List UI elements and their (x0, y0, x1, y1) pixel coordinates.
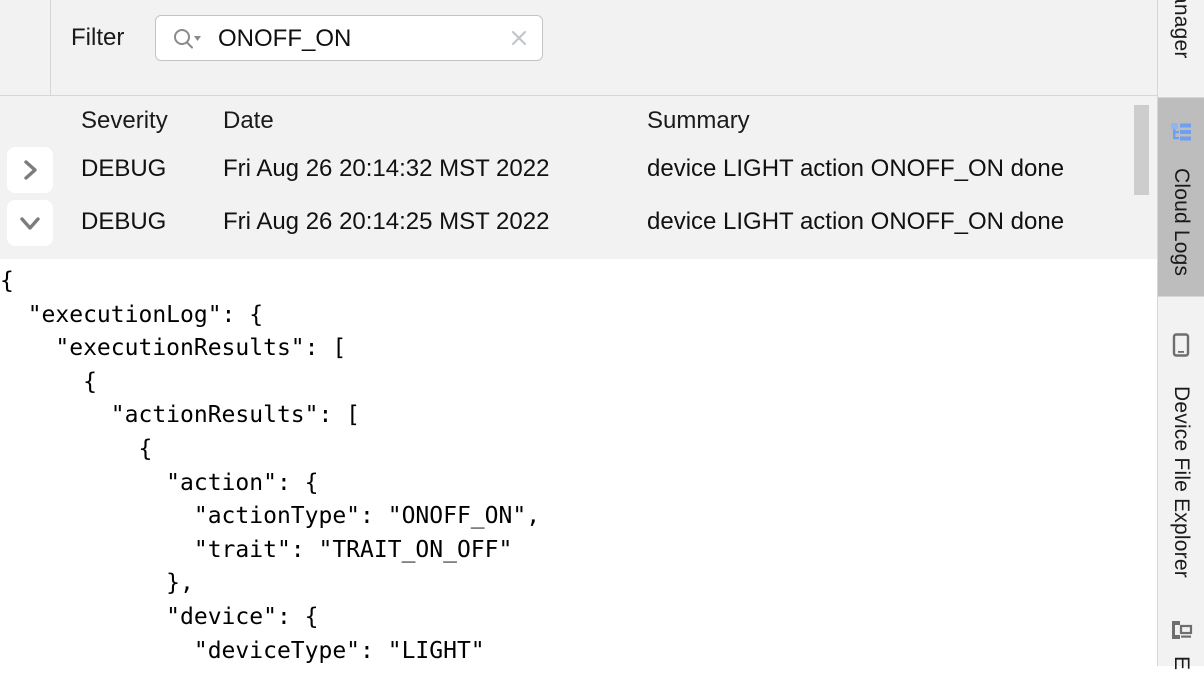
cloud-logs-list-icon (1169, 120, 1193, 144)
sidebar-tab-cloud-logs[interactable]: Cloud Logs (1158, 98, 1204, 296)
log-results-table: Severity Date Summary DEBUG Fri Aug 26 2… (0, 96, 1157, 259)
filter-toolbar: Filter (0, 0, 1157, 96)
column-header-severity[interactable]: Severity (81, 105, 168, 137)
filter-label: Filter (71, 24, 125, 51)
cell-severity: DEBUG (81, 155, 167, 182)
tool-window-sidebar: anager Cloud Logs Device File Explorer E (1157, 0, 1204, 670)
chevron-down-icon[interactable] (7, 200, 53, 246)
toolbar-divider (50, 0, 51, 96)
cell-date: Fri Aug 26 20:14:25 MST 2022 (223, 208, 550, 235)
chevron-right-icon[interactable] (7, 147, 53, 193)
filter-input[interactable] (218, 23, 498, 55)
clear-filter-icon[interactable] (506, 25, 532, 51)
column-header-summary[interactable]: Summary (647, 105, 750, 137)
sidebar-tab-device-manager-label: anager (1170, 0, 1193, 59)
cell-summary: device LIGHT action ONOFF_ON done (647, 208, 1065, 235)
table-header-row: Severity Date Summary (0, 96, 1157, 146)
sidebar-tab-emulator[interactable]: E (1158, 614, 1204, 670)
cell-summary: device LIGHT action ONOFF_ON done (647, 155, 1065, 182)
cloud-logs-window: Filter ONOFF_ON Severity Date Summary DE… (0, 0, 1204, 670)
sidebar-tab-cloud-logs-label: Cloud Logs (1170, 167, 1193, 277)
emulator-icon (1169, 618, 1193, 642)
table-scrollbar-thumb[interactable] (1134, 105, 1149, 195)
table-row[interactable]: DEBUG Fri Aug 26 20:14:32 MST 2022 devic… (0, 146, 1157, 195)
cell-severity: DEBUG (81, 208, 167, 235)
sidebar-tab-device-file-explorer-label: Device File Explorer (1170, 386, 1193, 578)
cell-date: Fri Aug 26 20:14:32 MST 2022 (223, 155, 550, 182)
filter-input-box[interactable] (155, 15, 543, 61)
column-header-date[interactable]: Date (223, 105, 274, 137)
sidebar-tab-device-file-explorer[interactable]: Device File Explorer (1158, 325, 1204, 605)
phone-device-icon (1169, 333, 1193, 357)
sidebar-tab-emulator-label: E (1170, 655, 1193, 671)
sidebar-divider (1158, 296, 1204, 297)
json-detail-text: { "executionLog": { "executionResults": … (0, 268, 541, 664)
log-detail-json-viewer[interactable]: { "executionLog": { "executionResults": … (0, 259, 1157, 666)
main-content-column: Filter ONOFF_ON Severity Date Summary DE… (0, 0, 1157, 666)
table-row[interactable]: DEBUG Fri Aug 26 20:14:25 MST 2022 devic… (0, 199, 1157, 248)
search-icon[interactable] (172, 27, 202, 51)
sidebar-tab-device-manager[interactable]: anager (1158, 0, 1204, 98)
